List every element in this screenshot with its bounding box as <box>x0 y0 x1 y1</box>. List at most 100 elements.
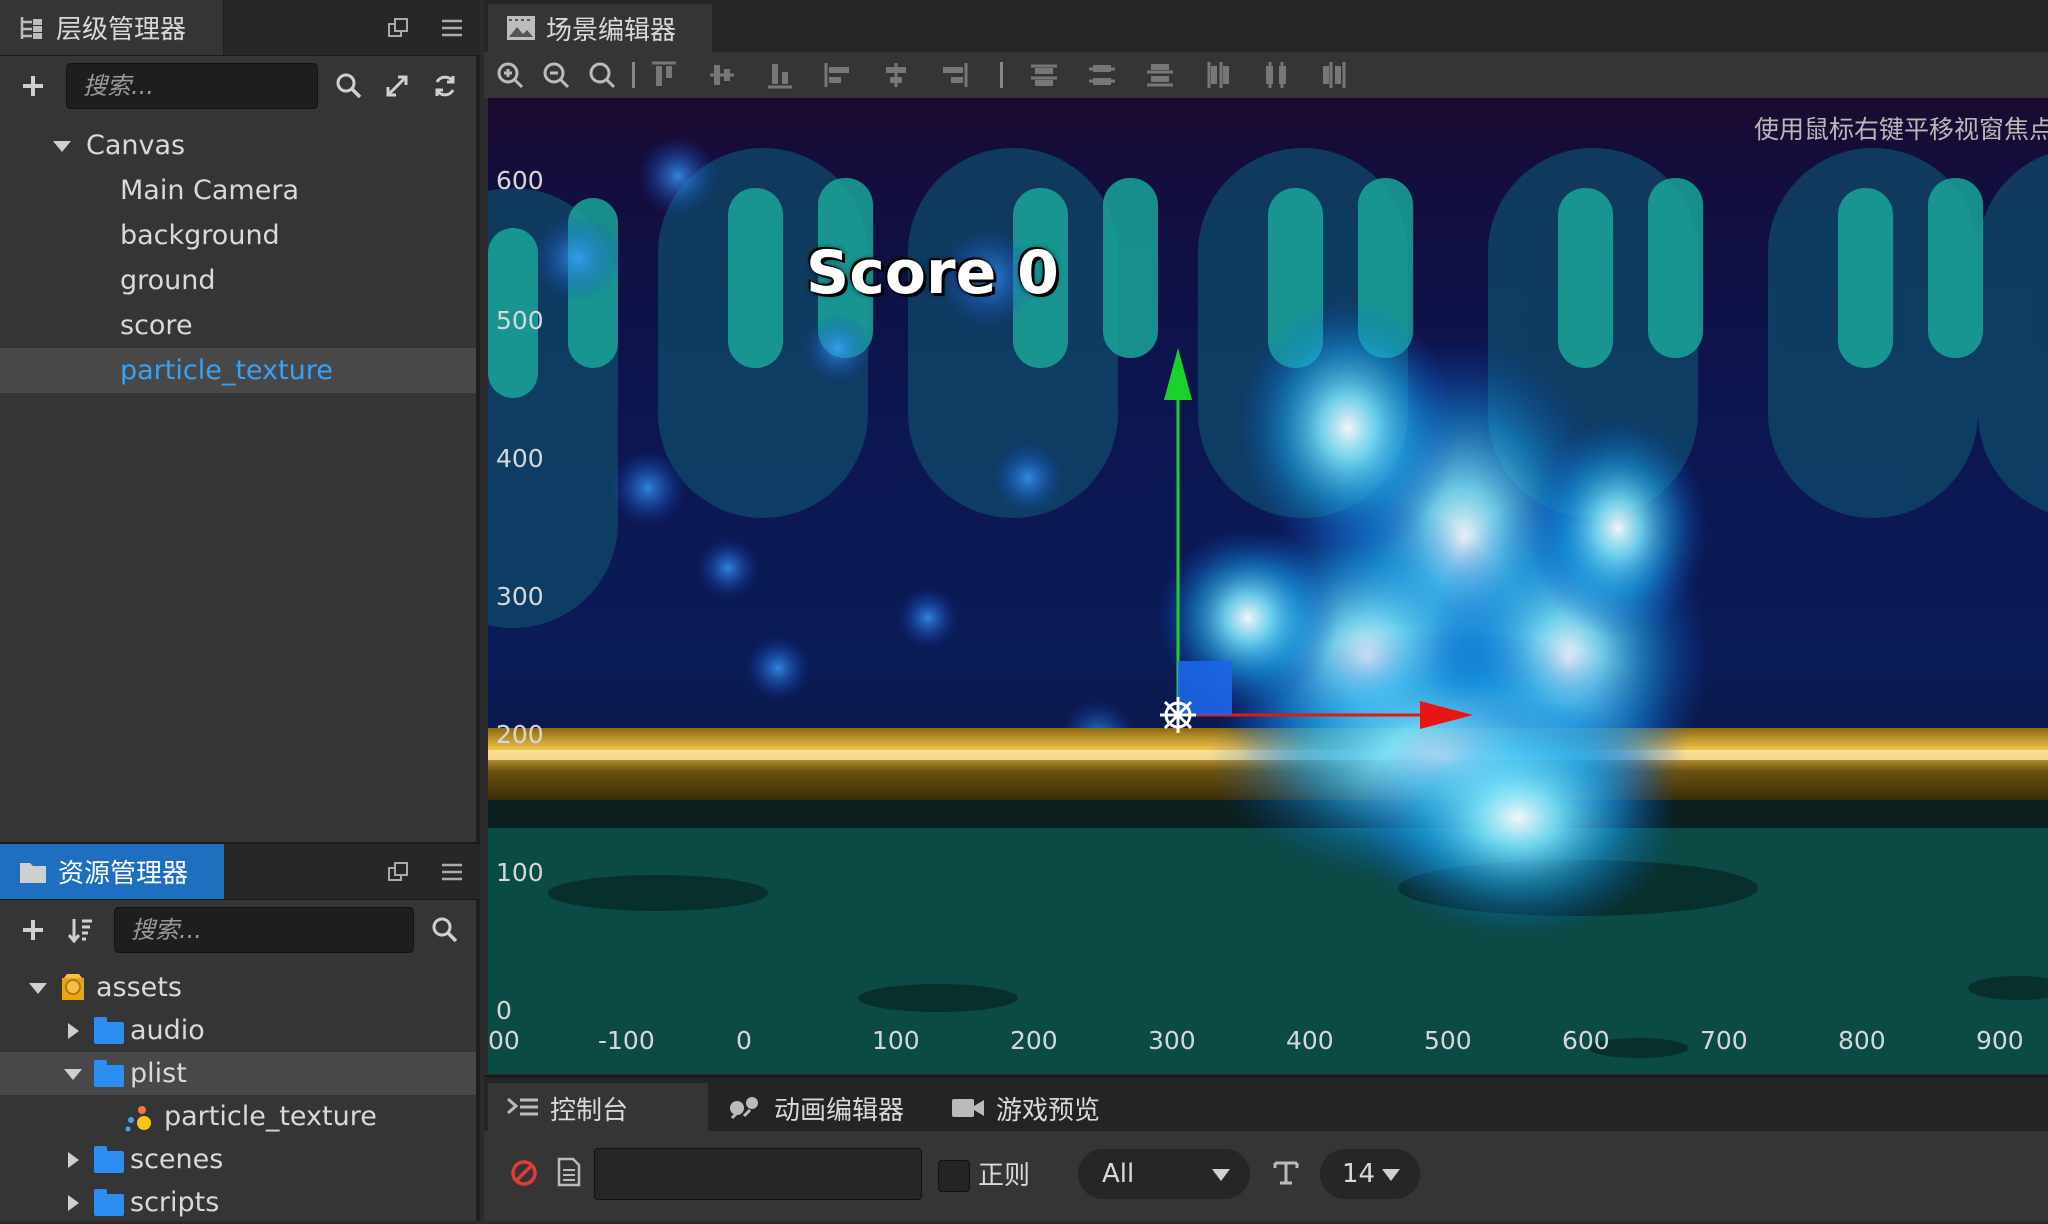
menu-icon[interactable] <box>438 14 466 42</box>
expand-icon[interactable] <box>380 69 414 103</box>
tab-label: 控制台 <box>550 1095 629 1126</box>
scene-artwork <box>488 136 2048 1074</box>
console-filter-input[interactable] <box>594 1148 922 1200</box>
add-icon[interactable] <box>16 913 50 947</box>
chevron-down-icon <box>1382 1169 1400 1181</box>
menu-icon[interactable] <box>438 858 466 886</box>
scene-editor-title: 场景编辑器 <box>546 15 677 46</box>
add-icon[interactable] <box>16 69 50 103</box>
expand-arrow-icon[interactable] <box>68 1023 79 1039</box>
scene-icon <box>506 15 536 41</box>
tree-item-label: ground <box>120 265 216 296</box>
asset-item-plist[interactable]: plist <box>0 1052 476 1095</box>
asset-item-assets[interactable]: assets <box>0 966 476 1009</box>
align-vcenter-icon[interactable] <box>706 59 738 91</box>
distribute-right-icon[interactable] <box>1318 59 1350 91</box>
folder-icon <box>94 1060 124 1087</box>
console-icon <box>506 1095 540 1121</box>
tree-item-label: Main Camera <box>120 175 299 206</box>
expand-arrow-icon[interactable] <box>68 1152 79 1168</box>
asset-item-label: plist <box>130 1058 187 1089</box>
distribute-vcenter-icon[interactable] <box>1086 59 1118 91</box>
tree-item-score[interactable]: score <box>0 303 476 348</box>
tree-item-background[interactable]: background <box>0 213 476 258</box>
expand-arrow-icon[interactable] <box>68 1195 79 1211</box>
asset-item-audio[interactable]: audio <box>0 1009 476 1052</box>
asset-item-label: scripts <box>130 1187 220 1218</box>
regex-checkbox[interactable] <box>938 1160 970 1192</box>
assets-search-input[interactable]: 搜索... <box>114 907 414 953</box>
sort-icon[interactable] <box>64 913 98 947</box>
font-size-icon <box>1272 1159 1300 1187</box>
collapse-arrow-icon[interactable] <box>53 141 71 152</box>
asset-item-label: assets <box>96 972 182 1003</box>
log-level-select[interactable]: All <box>1078 1149 1250 1199</box>
y-axis-label: 400 <box>496 444 544 473</box>
distribute-bottom-icon[interactable] <box>1144 59 1176 91</box>
scene-tabbar: 场景编辑器 <box>484 0 2048 53</box>
console-tabbar: 控制台 动画编辑器 游戏预览 <box>484 1075 2048 1133</box>
align-bottom-icon[interactable] <box>764 59 796 91</box>
folder-icon <box>94 1017 124 1044</box>
animation-icon <box>728 1094 764 1122</box>
tree-item-ground[interactable]: ground <box>0 258 476 303</box>
popout-icon[interactable] <box>384 14 412 42</box>
popout-icon[interactable] <box>384 858 412 886</box>
scene-viewport[interactable]: Score 0 使用鼠标右键平移视窗焦点 600 500 400 300 200… <box>488 98 2048 1074</box>
left-column: 层级管理器 搜索... Canvas Main Camera backgroun… <box>0 0 480 1221</box>
hierarchy-tab[interactable]: 层级管理器 <box>0 0 224 55</box>
zoom-in-icon[interactable] <box>494 59 526 91</box>
distribute-hcenter-icon[interactable] <box>1260 59 1292 91</box>
asset-item-particle-texture[interactable]: particle_texture <box>0 1095 476 1138</box>
y-axis-label: 200 <box>496 720 544 749</box>
x-axis-label: 900 <box>1976 1026 2024 1055</box>
assets-toolbar: 搜索... <box>0 899 480 961</box>
distribute-top-icon[interactable] <box>1028 59 1060 91</box>
tab-game-preview[interactable]: 游戏预览 <box>932 1083 1132 1133</box>
particle-icon <box>122 1103 158 1133</box>
tree-item-main-camera[interactable]: Main Camera <box>0 168 476 213</box>
distribute-left-icon[interactable] <box>1202 59 1234 91</box>
toolbar-divider <box>632 62 635 88</box>
y-axis-label: 300 <box>496 582 544 611</box>
tree-item-particle-texture[interactable]: particle_texture <box>0 348 476 393</box>
tab-label: 动画编辑器 <box>774 1095 905 1126</box>
y-axis-label: 500 <box>496 306 544 335</box>
assets-tab[interactable]: 资源管理器 <box>0 844 224 899</box>
collapse-arrow-icon[interactable] <box>29 983 47 994</box>
scene-editor-tab[interactable]: 场景编辑器 <box>488 4 712 52</box>
align-top-icon[interactable] <box>648 59 680 91</box>
camera-icon <box>950 1096 986 1120</box>
assets-header: 资源管理器 <box>0 842 480 900</box>
log-file-icon[interactable] <box>556 1157 582 1187</box>
search-icon[interactable] <box>428 913 462 947</box>
refresh-icon[interactable] <box>428 69 462 103</box>
x-axis-label: 500 <box>1424 1026 1472 1055</box>
x-axis-label: 100 <box>872 1026 920 1055</box>
tree-item-canvas[interactable]: Canvas <box>0 123 476 168</box>
x-axis-label: 800 <box>1838 1026 1886 1055</box>
tab-animation-editor[interactable]: 动画编辑器 <box>710 1083 930 1133</box>
collapse-arrow-icon[interactable] <box>64 1069 82 1080</box>
clear-icon[interactable] <box>510 1159 538 1187</box>
search-icon[interactable] <box>332 69 366 103</box>
x-axis-label: 600 <box>1562 1026 1610 1055</box>
zoom-out-icon[interactable] <box>540 59 572 91</box>
align-right-icon[interactable] <box>938 59 970 91</box>
console-panel: 控制台 动画编辑器 游戏预览 正则 All 14 <box>484 1075 2048 1221</box>
tree-item-label: background <box>120 220 280 251</box>
tree-item-label: score <box>120 310 193 341</box>
asset-item-scripts[interactable]: scripts <box>0 1181 476 1224</box>
align-hcenter-icon[interactable] <box>880 59 912 91</box>
tab-console[interactable]: 控制台 <box>488 1083 708 1133</box>
y-axis-label: 100 <box>496 858 544 887</box>
align-left-icon[interactable] <box>822 59 854 91</box>
hierarchy-title: 层级管理器 <box>56 15 187 45</box>
score-label[interactable]: Score 0 <box>806 238 1059 308</box>
console-toolbar: 正则 All 14 <box>484 1131 2048 1221</box>
y-axis-label: 0 <box>496 996 512 1025</box>
hierarchy-search-input[interactable]: 搜索... <box>66 63 318 109</box>
asset-item-scenes[interactable]: scenes <box>0 1138 476 1181</box>
zoom-reset-icon[interactable] <box>586 59 618 91</box>
font-size-select[interactable]: 14 <box>1320 1149 1420 1199</box>
